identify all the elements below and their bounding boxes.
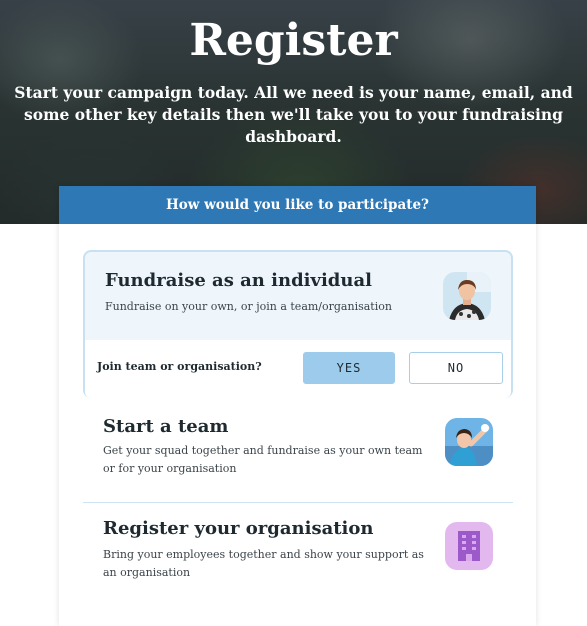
card-header: How would you like to participate? [59,186,536,224]
option-individual[interactable]: Fundraise as an individual Fundraise on … [83,250,513,398]
no-button[interactable]: NO [409,352,503,384]
page-subtitle: Start your campaign today. All we need i… [14,83,573,146]
option-title: Register your organisation [103,518,374,539]
option-title: Fundraise as an individual [105,270,372,291]
option-description: Bring your employees together and show y… [103,548,424,579]
option-register-organisation[interactable]: Register your organisation Bring your em… [83,516,513,602]
participation-card: How would you like to participate? Fundr… [59,186,536,626]
yes-button[interactable]: YES [303,352,395,384]
option-description: Get your squad together and fundraise as… [103,444,423,475]
option-start-team[interactable]: Start a team Get your squad together and… [83,412,513,498]
option-divider [83,502,513,503]
option-title: Start a team [103,416,229,437]
page-title: Register [189,15,398,66]
join-team-label: Join team or organisation? [97,360,262,373]
join-team-row: Join team or organisation? YES NO [85,340,511,398]
option-description: Fundraise on your own, or join a team/or… [105,300,392,313]
team-avatar-icon [445,418,493,466]
building-icon [445,522,493,570]
person-avatar-icon [443,272,491,320]
